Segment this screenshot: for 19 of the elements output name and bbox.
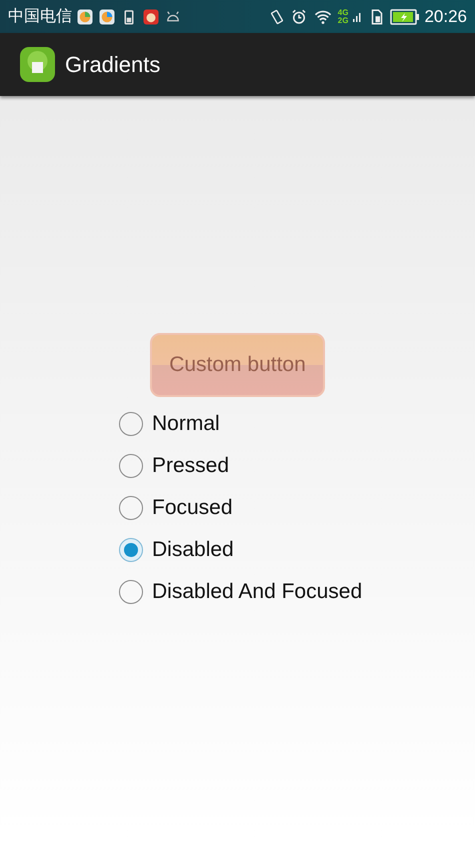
- radio-label[interactable]: Normal: [152, 408, 220, 440]
- radio-button[interactable]: [119, 538, 143, 562]
- alarm-clock-icon: [290, 8, 308, 26]
- radio-label[interactable]: Focused: [152, 492, 233, 524]
- radio-button[interactable]: [119, 454, 143, 478]
- radio-label[interactable]: Disabled And Focused: [152, 576, 362, 608]
- radio-button[interactable]: [119, 496, 143, 520]
- radio-label[interactable]: Pressed: [152, 450, 230, 482]
- clock-time: 20:26: [424, 6, 467, 28]
- app-notification-icon: [98, 8, 116, 26]
- app-notification-icon: [76, 8, 94, 26]
- network-type-label: 4G: [338, 8, 348, 16]
- radio-button[interactable]: [119, 412, 143, 436]
- battery-charging-icon: [390, 8, 420, 26]
- carrier-name: 中国电信: [8, 6, 72, 26]
- radio-label[interactable]: Disabled: [152, 534, 234, 566]
- radio-button[interactable]: [119, 580, 143, 604]
- app-title: Gradients: [65, 51, 160, 79]
- network-type-label: 2G: [338, 16, 348, 24]
